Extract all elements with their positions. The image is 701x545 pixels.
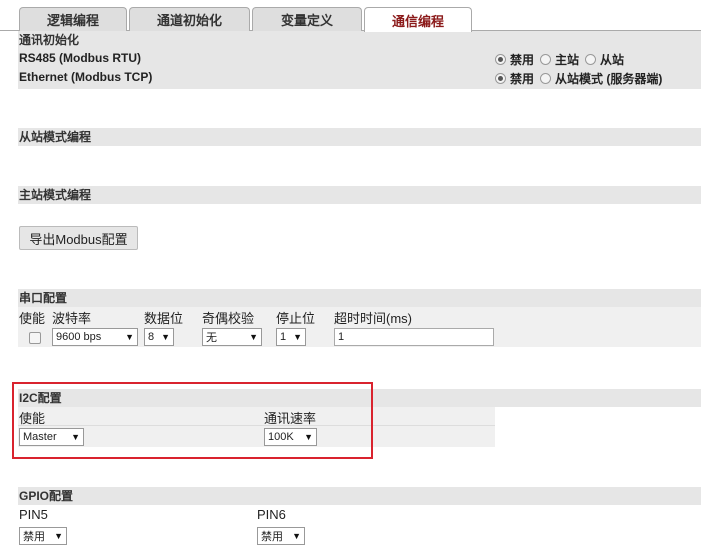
master-prog-section: 主站模式编程 [18, 186, 701, 204]
export-modbus-config-button[interactable]: 导出Modbus配置 [19, 226, 138, 250]
rs485-master-radio[interactable] [540, 54, 552, 65]
chevron-down-icon: ▼ [161, 332, 170, 342]
stop-bits-value: 1 [280, 331, 287, 343]
serial-header-stopbits: 停止位 [276, 311, 316, 326]
rs485-slave-label: 从站 [600, 53, 625, 67]
ethernet-slave-radio[interactable] [540, 73, 552, 84]
baud-rate-value: 9600 bps [56, 331, 102, 343]
stop-bits-select[interactable]: 1 ▼ [276, 328, 306, 346]
gpio-pin5-select[interactable]: 禁用 ▼ [19, 527, 67, 545]
timeout-input[interactable]: 1 [334, 328, 494, 346]
serial-enable-checkbox[interactable] [29, 332, 41, 344]
chevron-down-icon: ▼ [249, 332, 258, 342]
data-bits-select[interactable]: 8 ▼ [144, 328, 174, 346]
serial-header-timeout: 超时时间(ms) [334, 311, 412, 326]
parity-select[interactable]: 无 ▼ [202, 328, 262, 346]
chevron-down-icon: ▼ [293, 332, 302, 342]
baud-rate-select[interactable]: 9600 bps ▼ [52, 328, 138, 346]
rs485-label: RS485 (Modbus RTU) [19, 51, 142, 65]
serial-header-databits: 数据位 [144, 311, 184, 326]
ethernet-label: Ethernet (Modbus TCP) [19, 70, 153, 84]
tab-comm-programming[interactable]: 通信编程 [364, 7, 472, 32]
comm-init-title: 通讯初始化 [19, 33, 80, 47]
rs485-disabled-label: 禁用 [510, 53, 535, 67]
data-bits-value: 8 [148, 331, 155, 343]
serial-config-title: 串口配置 [19, 291, 68, 305]
chevron-down-icon: ▼ [292, 531, 301, 541]
ethernet-slave-label: 从站模式 (服务器端) [555, 72, 663, 86]
ethernet-disabled-label: 禁用 [510, 72, 535, 86]
master-prog-title: 主站模式编程 [19, 188, 92, 202]
gpio-config-title: GPIO配置 [19, 489, 74, 503]
tab-variable-definition[interactable]: 变量定义 [252, 7, 362, 31]
tab-bar: 逻辑编程 通道初始化 变量定义 通信编程 [0, 0, 701, 32]
slave-prog-title: 从站模式编程 [19, 130, 92, 144]
gpio-pin5-value: 禁用 [23, 531, 45, 543]
gpio-pin6-value: 禁用 [261, 531, 283, 543]
ethernet-disabled-radio[interactable] [495, 73, 506, 84]
serial-header-parity: 奇偶校验 [202, 311, 255, 326]
gpio-pin5-label: PIN5 [19, 507, 48, 522]
chevron-down-icon: ▼ [125, 332, 134, 342]
serial-config-section: 串口配置 [18, 289, 701, 307]
serial-header-enable: 使能 [19, 311, 46, 326]
rs485-slave-radio[interactable] [585, 54, 597, 65]
serial-header-baud: 波特率 [52, 311, 92, 326]
tab-logic-programming[interactable]: 逻辑编程 [19, 7, 127, 31]
parity-value: 无 [206, 332, 217, 344]
gpio-config-section: GPIO配置 [18, 487, 701, 505]
gpio-pin6-select[interactable]: 禁用 ▼ [257, 527, 305, 545]
rs485-mode-group: 禁用 主站 从站 [495, 51, 630, 68]
rs485-disabled-radio[interactable] [495, 54, 506, 65]
highlight-box [12, 382, 373, 459]
slave-prog-section: 从站模式编程 [18, 128, 701, 146]
tab-channel-init[interactable]: 通道初始化 [129, 7, 250, 31]
ethernet-mode-group: 禁用 从站模式 (服务器端) [495, 70, 668, 87]
timeout-value: 1 [338, 331, 345, 343]
gpio-pin6-label: PIN6 [257, 507, 286, 522]
chevron-down-icon: ▼ [54, 531, 63, 541]
rs485-master-label: 主站 [555, 53, 580, 67]
